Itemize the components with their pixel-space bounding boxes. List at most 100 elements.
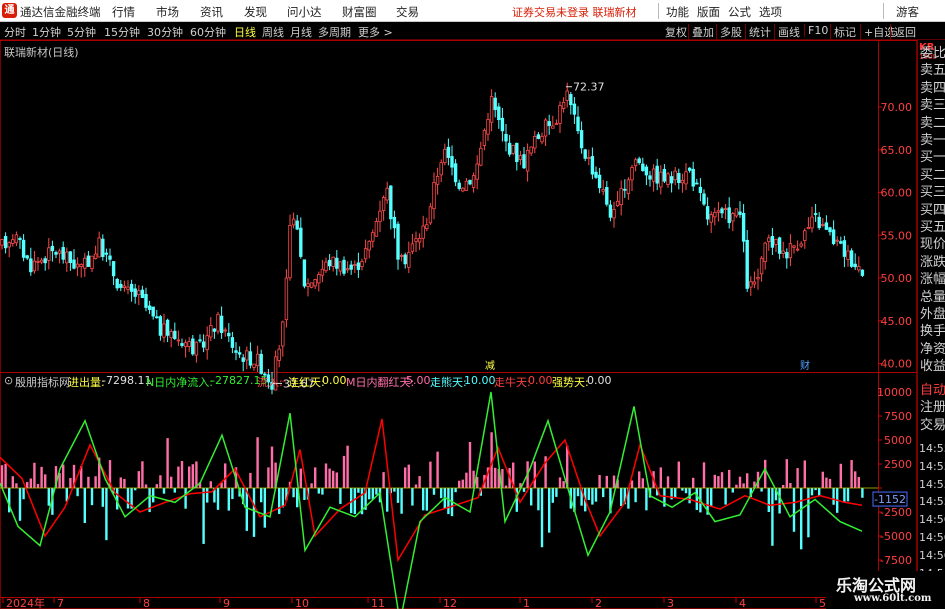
candle-body [284, 277, 289, 321]
period-60min[interactable]: 60分钟 [190, 24, 226, 40]
tool-draw-line[interactable]: 画线 [774, 24, 800, 40]
sidebar-item-6[interactable]: 买一 [920, 150, 945, 166]
sidebar-item-14[interactable]: 总量 [920, 290, 945, 306]
sidebar-bottom-1[interactable]: 注册 [920, 400, 945, 416]
period-multi[interactable]: 多周期 [318, 24, 351, 40]
period-daily[interactable]: 日线 [234, 24, 256, 40]
chart-area[interactable]: 72.37 37.67 减财 70.00 65.00 60.00 55.00 50.00 45… [0, 40, 945, 609]
candle-body [194, 341, 199, 356]
indicator-bar [807, 488, 810, 538]
candle-body [443, 148, 447, 164]
candle-body [835, 239, 839, 242]
candle-body [615, 200, 620, 207]
indicator-bar [677, 461, 680, 488]
tool-overlay[interactable]: 叠加 [688, 24, 714, 40]
indicator-bar [828, 478, 832, 488]
app-logo-icon[interactable]: 通 [2, 3, 17, 18]
tool-back[interactable]: 返回 [890, 24, 916, 40]
indicator-bar [184, 488, 187, 509]
candle-body [381, 197, 386, 212]
period-30min[interactable]: 30分钟 [147, 24, 183, 40]
indicator-bar [105, 488, 108, 541]
period-tick[interactable]: 分时 [4, 24, 26, 40]
menu-formula[interactable]: 公式 [728, 4, 751, 20]
period-1min[interactable]: 1分钟 [32, 24, 61, 40]
menu-options[interactable]: 选项 [759, 4, 782, 20]
candle-body [594, 171, 598, 178]
tool-mark[interactable]: 标记 [830, 24, 856, 40]
sidebar-item-11[interactable]: 现价 [920, 237, 945, 253]
sidebar-item-16[interactable]: 换手 [920, 324, 945, 340]
sidebar-bottom-2[interactable]: 交易 [920, 418, 945, 434]
sidebar-item-12[interactable]: 涨跌 [920, 255, 945, 271]
sidebar-item-0[interactable]: 委比 [920, 46, 945, 62]
price-axis-label: 55.00 [881, 229, 913, 242]
tool-statistics[interactable]: 统计 [745, 24, 771, 40]
period-15min[interactable]: 15分钟 [104, 24, 140, 40]
candle-body [522, 154, 526, 169]
indicator-bar [317, 488, 320, 494]
indicator-bar [386, 488, 389, 512]
candle-body [759, 257, 764, 275]
period-weekly[interactable]: 周线 [262, 24, 284, 40]
sidebar-item-18[interactable]: 收益 [920, 359, 945, 375]
sidebar-time-1: 14:55 [919, 459, 945, 473]
menu-news[interactable]: 资讯 [200, 4, 223, 20]
candle-body [68, 251, 73, 264]
candle-body [529, 146, 533, 154]
sidebar-item-4[interactable]: 卖二 [920, 116, 945, 132]
indicator-bar [303, 488, 306, 500]
menu-trade[interactable]: 交易 [396, 4, 419, 20]
menu-ask-xiaoda[interactable]: 问小达 [287, 4, 322, 20]
indicator-toggle-icon[interactable]: ⊙ [4, 374, 13, 387]
candle-body [432, 182, 436, 210]
sidebar-item-5[interactable]: 卖一 [920, 133, 945, 149]
sidebar-item-8[interactable]: 买三 [920, 185, 945, 201]
period-monthly[interactable]: 月线 [290, 24, 312, 40]
sidebar-item-3[interactable]: 卖三 [920, 98, 945, 114]
candle-body [630, 167, 634, 181]
indicator-bar [465, 472, 468, 488]
candle-body [612, 208, 616, 219]
indicator-bar [270, 446, 274, 488]
sidebar-item-9[interactable]: 买四 [920, 203, 945, 219]
menu-wealth-circle[interactable]: 财富圈 [342, 4, 377, 20]
date-axis-label: 7 [57, 597, 64, 609]
candle-body [781, 250, 785, 254]
chart-canvas[interactable]: 72.3737.67减财 70.0065.0060.0055.0050.0045… [0, 40, 917, 609]
candle-body [767, 237, 771, 242]
menu-market[interactable]: 市场 [156, 4, 179, 20]
candle-body [756, 277, 760, 280]
tool-adjust[interactable]: 复权 [665, 24, 687, 40]
reduce-holding-marker[interactable]: 减 [485, 360, 495, 372]
sidebar-bottom-0[interactable]: 自动 [920, 383, 945, 399]
candle-body [435, 176, 440, 185]
period-5min[interactable]: 5分钟 [67, 24, 96, 40]
candle-body [558, 105, 562, 124]
sidebar-item-15[interactable]: 外盘 [920, 307, 945, 323]
indicator-name[interactable]: 殷朋指标网 [15, 374, 70, 390]
period-more[interactable]: 更多 > [358, 24, 393, 40]
sidebar-item-2[interactable]: 卖四 [920, 81, 945, 97]
menu-quotes[interactable]: 行情 [112, 4, 135, 20]
price-axis-label: 50.00 [881, 272, 913, 285]
trade-status-notice[interactable]: 证券交易未登录 联瑞新材 [512, 4, 637, 20]
candle-body [241, 357, 245, 362]
candle-body [331, 256, 335, 267]
candle-body [115, 278, 119, 289]
menu-layout[interactable]: 版面 [697, 4, 720, 20]
sidebar-item-1[interactable]: 卖五 [920, 63, 945, 79]
candle-body [597, 174, 602, 189]
menu-discover[interactable]: 发现 [244, 4, 267, 20]
tool-multi-stock[interactable]: 多股 [716, 24, 742, 40]
sidebar-item-17[interactable]: 净资 [920, 342, 945, 358]
tool-f10[interactable]: F10 [804, 24, 828, 37]
sidebar-item-10[interactable]: 买五 [920, 220, 945, 236]
financial-report-marker[interactable]: 财 [800, 359, 810, 372]
indicator-bar [342, 455, 346, 488]
sidebar-item-13[interactable]: 涨幅 [920, 272, 945, 288]
candle-body [669, 176, 674, 184]
menu-function[interactable]: 功能 [666, 4, 689, 20]
sidebar-item-7[interactable]: 买二 [920, 168, 945, 184]
user-guest-button[interactable]: 游客 [896, 4, 919, 20]
